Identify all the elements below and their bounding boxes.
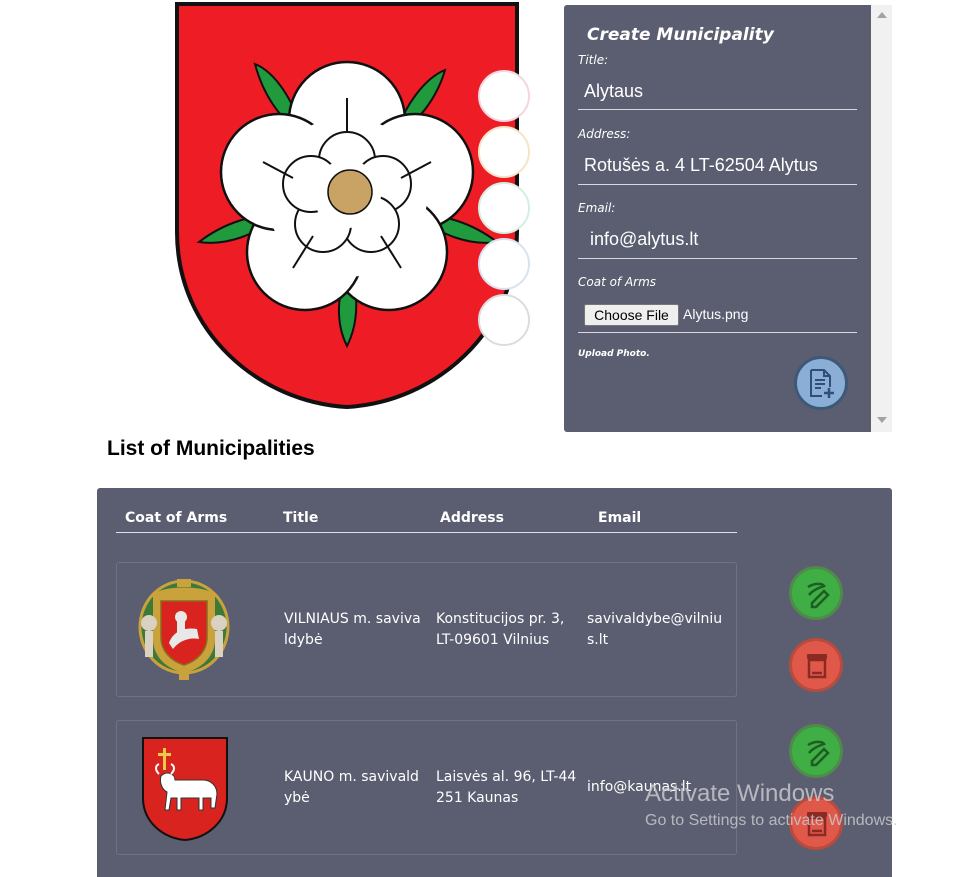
row-address-line: Laisvės al. 96, LT-44 (436, 769, 577, 785)
kaunas-coat-of-arms-image (142, 737, 228, 842)
selected-file-name: Alytus.png (683, 306, 749, 322)
email-label: Email: (578, 201, 616, 215)
scroll-down-arrow-icon[interactable] (877, 417, 887, 423)
title-label: Title: (578, 53, 609, 67)
row-email-line: s.lt (587, 632, 609, 648)
edit-button[interactable] (789, 566, 843, 620)
column-header-title: Title (283, 510, 319, 526)
row-email-line: savivaldybe@vilniu (587, 611, 723, 627)
column-header-address: Address (440, 510, 504, 526)
upload-hint: Upload Photo. (578, 349, 650, 359)
coat-of-arms-label: Coat of Arms (578, 275, 657, 289)
row-address-line: 251 Kaunas (436, 790, 519, 806)
placeholder-circle (478, 294, 530, 346)
row-title-line: ldybė (284, 632, 323, 648)
edit-pencil-icon (807, 740, 830, 767)
address-input-underline (578, 184, 857, 185)
placeholder-circle (478, 238, 530, 290)
coat-of-arms-preview-image (175, 2, 519, 410)
placeholder-circle (478, 182, 530, 234)
form-title: Create Municipality (587, 25, 774, 45)
row-title: KAUNO m. savivald ybė (284, 767, 419, 809)
row-address-line: LT-09601 Vilnius (436, 632, 550, 648)
edit-button[interactable] (789, 724, 843, 778)
row-address-line: Konstitucijos pr. 3, (436, 611, 565, 627)
address-label: Address: (578, 127, 631, 141)
trash-icon (807, 654, 827, 679)
watermark-subtitle: Go to Settings to activate Windows. (645, 812, 898, 829)
email-input[interactable]: info@alytus.lt (590, 229, 698, 250)
delete-button[interactable] (789, 638, 843, 692)
row-address: Laisvės al. 96, LT-44 251 Kaunas (436, 767, 576, 809)
row-title-line: VILNIAUS m. saviva (284, 611, 421, 627)
create-municipality-form: Create Municipality Title: Alytaus Addre… (564, 5, 871, 432)
vilnius-coat-of-arms-image (138, 579, 230, 680)
column-header-coat-of-arms: Coat of Arms (125, 510, 228, 526)
file-add-icon (810, 369, 834, 398)
title-input-underline (578, 109, 857, 110)
row-title: VILNIAUS m. saviva ldybė (284, 609, 421, 651)
row-email: savivaldybe@vilniu s.lt (587, 609, 722, 651)
table-row: VILNIAUS m. saviva ldybė Konstitucijos p… (116, 562, 737, 697)
placeholder-circle (478, 126, 530, 178)
list-heading: List of Municipalities (107, 437, 315, 460)
title-input[interactable]: Alytaus (584, 81, 643, 102)
row-address: Konstitucijos pr. 3, LT-09601 Vilnius (436, 609, 564, 651)
file-input-underline (578, 332, 857, 333)
header-divider (116, 532, 737, 533)
windows-activation-watermark: Activate Windows Go to Settings to activ… (645, 780, 898, 830)
placeholder-circle (478, 70, 530, 122)
form-scrollbar[interactable] (871, 5, 892, 432)
add-municipality-button[interactable] (794, 356, 848, 410)
row-title-line: KAUNO m. savivald (284, 769, 419, 785)
email-input-underline (578, 258, 857, 259)
row-title-line: ybė (284, 790, 310, 806)
table-row: KAUNO m. savivald ybė Laisvės al. 96, LT… (116, 720, 737, 855)
choose-file-button[interactable]: Choose File (584, 304, 679, 326)
watermark-title: Activate Windows (645, 780, 835, 807)
address-input[interactable]: Rotušės a. 4 LT-62504 Alytus (584, 155, 818, 176)
scroll-up-arrow-icon[interactable] (877, 12, 887, 18)
column-header-email: Email (598, 510, 642, 526)
edit-pencil-icon (807, 582, 830, 609)
